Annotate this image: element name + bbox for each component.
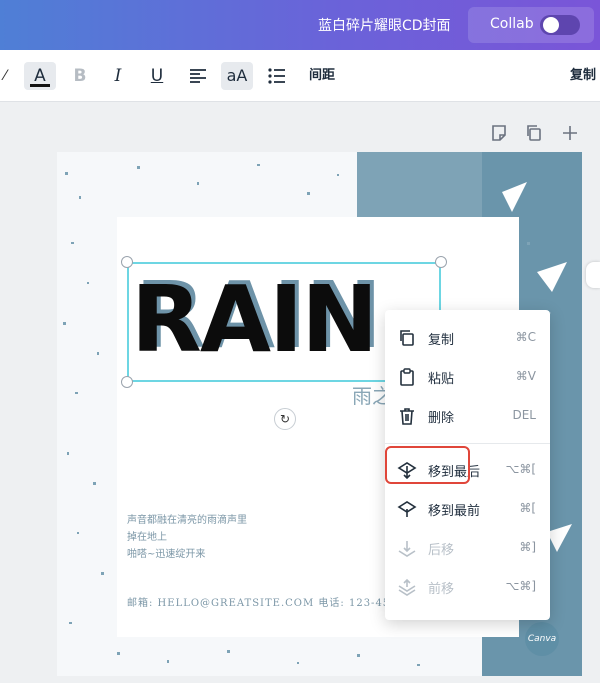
menu-item-label: 后移 <box>428 543 455 558</box>
menu-item-bring-forward: 前移 ⌥⌘] <box>385 569 550 605</box>
menu-item-shortcut: ⌥⌘[ <box>505 462 536 476</box>
menu-item-copy[interactable]: 复制 ⌘C <box>385 320 550 356</box>
menu-item-shortcut: ⌥⌘] <box>505 579 536 593</box>
bold-button[interactable]: B <box>68 62 92 90</box>
underline-button[interactable]: U <box>145 62 169 90</box>
copy-icon <box>400 330 414 346</box>
menu-item-bring-to-front[interactable]: 移到最前 ⌘[ <box>385 491 550 527</box>
menu-item-delete[interactable]: 删除 DEL <box>385 398 550 434</box>
menu-item-label: 删除 <box>428 411 455 426</box>
collab-label: Collab <box>490 16 534 32</box>
menu-item-label: 移到最前 <box>428 504 481 519</box>
menu-item-paste[interactable]: 粘贴 ⌘V <box>385 359 550 395</box>
text-color-button[interactable]: A <box>24 62 56 90</box>
copy-style-button[interactable]: 复制 <box>566 62 600 90</box>
duplicate-page-icon[interactable] <box>524 123 544 143</box>
italic-button[interactable]: I <box>106 62 130 90</box>
menu-item-label: 前移 <box>428 582 455 597</box>
resize-handle-bottom-left[interactable] <box>121 376 133 388</box>
align-left-button[interactable] <box>186 62 210 90</box>
rotate-handle-icon[interactable]: ↻ <box>274 408 296 430</box>
previous-tool-icon[interactable]: ⁄ <box>0 62 10 90</box>
context-menu: 复制 ⌘C 粘贴 ⌘V 删除 DEL 移到最后 ⌥⌘[ 移到最前 ⌘[ 后移 ⌘… <box>385 310 550 620</box>
menu-item-label: 复制 <box>428 333 455 348</box>
poem-line: 啪嗒~迅速绽开来 <box>127 549 206 560</box>
contact-line[interactable]: 邮箱: HELLO@GREATSITE.COM 电话: 123-456 <box>127 594 398 609</box>
menu-item-shortcut: DEL <box>512 408 536 422</box>
poem-line: 掉在地上 <box>127 532 167 543</box>
top-bar: 蓝白碎片耀眼CD封面 Collab <box>0 0 600 50</box>
trash-icon <box>400 408 414 425</box>
menu-item-shortcut: ⌘[ <box>519 501 536 515</box>
menu-item-shortcut: ⌘C <box>515 330 536 344</box>
menu-item-shortcut: ⌘V <box>515 369 536 383</box>
list-button[interactable] <box>265 62 289 90</box>
menu-divider <box>385 443 550 444</box>
text-toolbar: ⁄ A B I U aA 间距 复制 <box>0 50 600 102</box>
poem-text[interactable]: 声音都融在清亮的雨滴声里 掉在地上 啪嗒~迅速绽开来 <box>127 512 247 563</box>
bring-to-front-icon <box>397 501 417 517</box>
letter-case-button[interactable]: aA <box>221 62 253 90</box>
add-page-icon[interactable] <box>560 123 580 143</box>
menu-item-shortcut: ⌘] <box>519 540 536 554</box>
bring-forward-icon <box>398 578 416 596</box>
toggle-knob <box>543 17 559 33</box>
text-color-icon: A <box>34 66 46 86</box>
resize-handle-top-right[interactable] <box>435 256 447 268</box>
resize-handle-top-left[interactable] <box>121 256 133 268</box>
menu-item-send-backward: 后移 ⌘] <box>385 530 550 566</box>
collab-toggle[interactable] <box>540 15 580 35</box>
text-color-swatch <box>30 84 50 87</box>
collab-button[interactable]: Collab <box>468 7 594 43</box>
send-backward-icon <box>398 541 416 557</box>
menu-item-label: 粘贴 <box>428 372 455 387</box>
align-left-icon <box>190 69 206 83</box>
canva-badge: Canva <box>525 622 559 656</box>
spacing-button[interactable]: 间距 <box>306 62 338 90</box>
poem-line: 声音都融在清亮的雨滴声里 <box>127 515 247 526</box>
list-icon <box>268 68 285 84</box>
highlight-box <box>385 446 470 484</box>
clipboard-icon <box>400 368 414 386</box>
side-panel-tab[interactable] <box>586 262 600 288</box>
note-icon[interactable] <box>489 123 509 143</box>
document-title[interactable]: 蓝白碎片耀眼CD封面 <box>318 15 451 35</box>
